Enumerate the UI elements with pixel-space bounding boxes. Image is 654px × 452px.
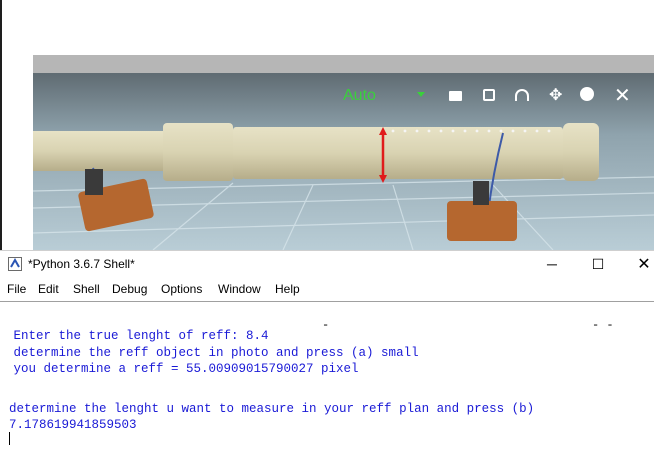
menu-options[interactable]: Options <box>161 282 202 296</box>
menu-shell[interactable]: Shell <box>73 282 100 296</box>
menu-bar: File Edit Shell Debug Options Window Hel… <box>0 279 654 299</box>
menu-window[interactable]: Window <box>218 282 261 296</box>
output-line: determine the lenght u want to measure i… <box>9 402 535 416</box>
output-line: you determine a reff = 55.00909015790027… <box>6 362 359 376</box>
move-icon[interactable]: ✥ <box>549 85 562 105</box>
mode-label[interactable]: Auto <box>343 87 376 105</box>
output-mark: - - <box>592 318 614 332</box>
dropdown-arrow-icon[interactable] <box>417 92 425 97</box>
output-line: Enter the true lenght of reff: 8.4 <box>6 329 269 343</box>
window-edge <box>0 0 2 250</box>
menu-help[interactable]: Help <box>275 282 300 296</box>
window-title: *Python 3.6.7 Shell* <box>28 257 135 271</box>
output-line: 7.178619941859503 <box>9 418 137 432</box>
camera-icon[interactable] <box>449 91 462 101</box>
title-bar[interactable]: *Python 3.6.7 Shell* ─ ☐ ✕ <box>0 251 654 277</box>
close-icon[interactable]: ✕ <box>614 83 631 108</box>
output-mark: - <box>322 318 330 332</box>
text-cursor <box>9 432 10 445</box>
python-idle-icon <box>8 257 22 271</box>
headset-icon[interactable] <box>515 89 529 101</box>
menu-edit[interactable]: Edit <box>38 282 59 296</box>
viewer-toolbar: Auto ✥ ✕ <box>340 85 640 109</box>
shell-output-area[interactable]: - - - Enter the true lenght of reff: 8.4… <box>0 301 654 452</box>
output-line: determine the reff object in photo and p… <box>6 346 419 360</box>
menu-debug[interactable]: Debug <box>112 282 147 296</box>
maximize-button[interactable]: ☐ <box>576 251 620 277</box>
minimize-button[interactable]: ─ <box>530 251 574 277</box>
palette-icon[interactable] <box>580 87 594 101</box>
python-shell-window: *Python 3.6.7 Shell* ─ ☐ ✕ File Edit She… <box>0 250 654 452</box>
viewer-top-bar <box>33 55 654 73</box>
close-button[interactable]: ✕ <box>622 251 654 277</box>
snapshot-icon[interactable] <box>483 89 495 101</box>
menu-file[interactable]: File <box>7 282 26 296</box>
